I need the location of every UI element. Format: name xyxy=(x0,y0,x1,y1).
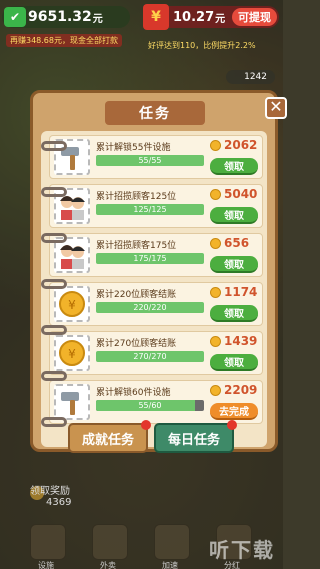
claim-button[interactable]: 领取 xyxy=(210,305,258,322)
spiral-ring xyxy=(41,187,67,197)
dialog-title: 任务 xyxy=(105,101,205,125)
withdraw-button[interactable]: 可提现 xyxy=(232,8,277,26)
task-reward: 656 xyxy=(224,236,250,250)
rating-hint: 好评达到110，比例提升2.2% xyxy=(148,41,256,50)
task-progress-bar: 220/220 xyxy=(96,302,204,313)
top-bar: ✔ 9651.32 元 ¥ 10.27 元 可提现 再赚348.68元，现金全部… xyxy=(0,0,283,60)
task-reward: 1174 xyxy=(224,285,258,299)
task-dialog: 任务 ✕ 累计解锁55件设施 55/55 2062 领取 累计招揽顾客125位 125/1… xyxy=(30,90,287,452)
task-list: 累计解锁55件设施 55/55 2062 领取 累计招揽顾客125位 125/125 504… xyxy=(49,135,263,429)
tab-achievement-tasks[interactable]: 成就任务 xyxy=(68,420,151,453)
claim-button[interactable]: 领取 xyxy=(210,354,258,371)
spiral-ring xyxy=(41,279,67,289)
task-progress-text: 175/175 xyxy=(133,254,167,263)
claim-button[interactable]: 领取 xyxy=(210,158,258,175)
cash-balance[interactable]: ✔ 9651.32 元 xyxy=(2,6,130,28)
nav-facilities-label: 设施 xyxy=(38,561,54,569)
task-title: 累计解锁55件设施 xyxy=(96,143,171,153)
task-progress-bar: 55/60 xyxy=(96,400,204,411)
check-icon: ✔ xyxy=(4,7,26,27)
notebook-spiral xyxy=(41,123,71,445)
task-reward: 2062 xyxy=(224,138,258,152)
nav-facilities-button[interactable] xyxy=(30,524,66,560)
nav-delivery-label: 外卖 xyxy=(100,561,116,569)
task-row: 累计招揽顾客175位 175/175 656 领取 xyxy=(49,233,263,277)
tab-daily-label: 每日任务 xyxy=(167,432,220,448)
coin-icon xyxy=(210,189,221,200)
spiral-ring xyxy=(41,417,67,427)
task-title: 累计270位顾客结账 xyxy=(96,339,177,349)
task-progress-text: 55/55 xyxy=(138,156,162,165)
task-progress-bar: 175/175 xyxy=(96,253,204,264)
task-progress-text: 270/270 xyxy=(133,352,167,361)
task-title: 累计220位顾客结账 xyxy=(96,290,177,300)
task-progress-text: 220/220 xyxy=(133,303,167,312)
harvest-label: 领取奖励 xyxy=(30,486,70,497)
notification-dot xyxy=(227,420,237,430)
task-row: 累计解锁55件设施 55/55 2062 领取 xyxy=(49,135,263,179)
task-progress-text: 125/125 xyxy=(133,205,167,214)
task-row: ¥ 累计220位顾客结账 220/220 1174 领取 xyxy=(49,282,263,326)
coin-icon xyxy=(210,140,221,151)
watermark: 听下载 xyxy=(209,538,275,562)
counter-badge: 1242 xyxy=(226,70,275,84)
task-row: ¥ 累计270位顾客结账 270/270 1439 领取 xyxy=(49,331,263,375)
task-title: 累计招揽顾客125位 xyxy=(96,192,177,202)
red-unit: 元 xyxy=(215,13,226,25)
tab-daily-tasks[interactable]: 每日任务 xyxy=(154,420,237,453)
task-reward: 1439 xyxy=(224,334,258,348)
red-envelope-icon: ¥ xyxy=(143,4,169,30)
nav-speedup-label: 加速 xyxy=(162,561,178,569)
nav-speedup-button[interactable] xyxy=(154,524,190,560)
red-envelope-balance[interactable]: ¥ 10.27 元 可提现 xyxy=(143,4,279,30)
task-row: 累计招揽顾客125位 125/125 5040 领取 xyxy=(49,184,263,228)
cash-progress-hint: 再赚348.68元，现金全部打款 xyxy=(6,34,122,47)
coin-icon xyxy=(210,238,221,249)
task-reward: 5040 xyxy=(224,187,258,201)
nav-delivery-button[interactable] xyxy=(92,524,128,560)
notification-dot xyxy=(141,420,151,430)
task-progress-bar: 55/55 xyxy=(96,155,204,166)
spiral-ring xyxy=(41,371,67,381)
task-title: 累计解锁60件设施 xyxy=(96,388,171,398)
close-button[interactable]: ✕ xyxy=(265,97,287,119)
coin-icon xyxy=(210,287,221,298)
task-progress-bar: 125/125 xyxy=(96,204,204,215)
task-progress-bar: 270/270 xyxy=(96,351,204,362)
task-list-panel[interactable]: 累计解锁55件设施 55/55 2062 领取 累计招揽顾客125位 125/125 504… xyxy=(41,131,267,447)
harvest-value: 4369 xyxy=(46,497,72,508)
task-reward: 2209 xyxy=(224,383,258,397)
go-complete-button[interactable]: 去完成 xyxy=(210,403,258,420)
claim-button[interactable]: 领取 xyxy=(210,256,258,273)
coin-icon xyxy=(210,385,221,396)
spiral-ring xyxy=(41,233,67,243)
cash-unit: 元 xyxy=(92,13,103,25)
cash-value: 9651.32 xyxy=(28,9,92,25)
task-title: 累计招揽顾客175位 xyxy=(96,241,177,251)
red-value: 10.27 xyxy=(173,9,215,25)
coin-icon xyxy=(210,336,221,347)
claim-button[interactable]: 领取 xyxy=(210,207,258,224)
task-row: 累计解锁60件设施 55/60 2209 去完成 xyxy=(49,380,263,424)
counter-value: 1242 xyxy=(244,72,267,82)
tab-achievement-label: 成就任务 xyxy=(81,432,134,448)
task-progress-text: 55/60 xyxy=(138,401,162,410)
spiral-ring xyxy=(41,141,67,151)
spiral-ring xyxy=(41,325,67,335)
